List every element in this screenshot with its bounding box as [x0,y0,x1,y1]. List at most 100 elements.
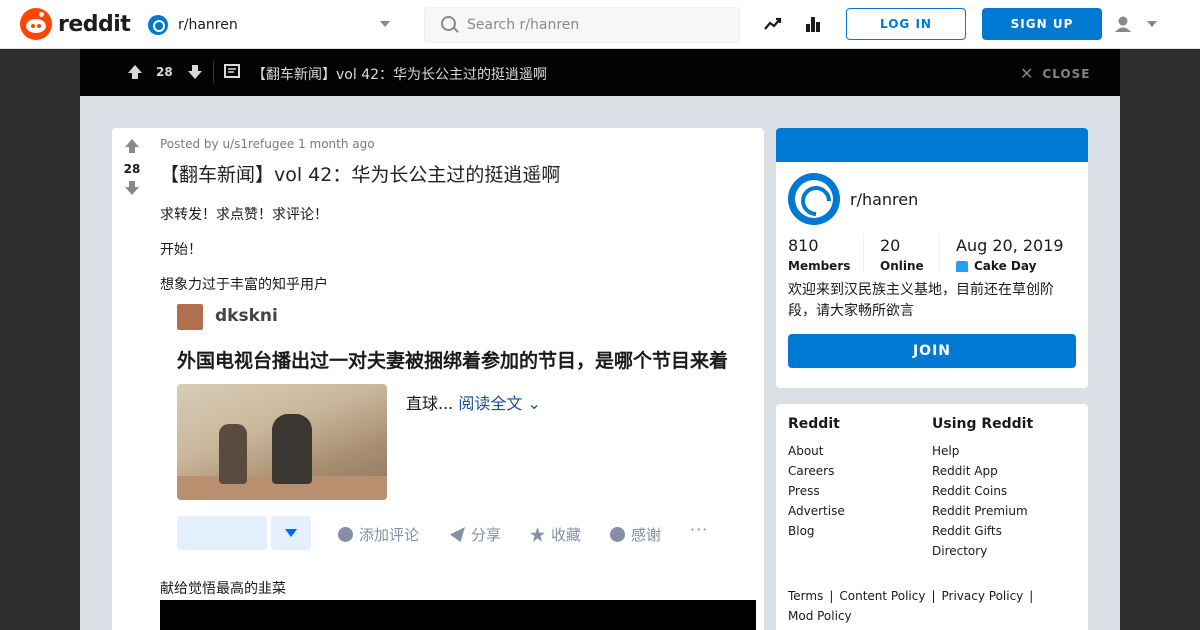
post-score: 28 [156,65,173,79]
downvote-icon[interactable] [186,63,204,81]
post-caption: 献给觉悟最高的韭菜 [160,581,286,597]
online-label: Online [880,259,924,273]
search-input[interactable] [467,17,717,33]
footer-link-terms[interactable]: Terms [788,589,823,603]
footer-link-careers[interactable]: Careers [788,464,834,478]
upvote-icon[interactable] [124,138,140,154]
post-score: 28 [123,162,141,176]
embed-action-thanks: 感谢 [610,524,661,545]
cake-day-stat: Aug 20, 2019 Cake Day [956,236,1064,273]
footer-link-privacy-policy[interactable]: Privacy Policy [942,589,1024,603]
read-more-link: 阅读全文 [458,394,523,413]
trending-icon[interactable] [763,14,783,34]
divider [939,234,940,272]
online-count: 20 [880,236,901,255]
footer-links-card: Reddit About Careers Press Advertise Blo… [776,404,1088,630]
comment-icon[interactable] [223,63,241,81]
divider [213,61,214,83]
community-banner [776,128,1088,162]
embed-excerpt: 直球... 阅读全文 ⌄ [406,390,541,414]
star-icon [530,527,545,542]
login-button[interactable]: LOG IN [846,8,966,40]
post-meta: Posted by u/s1refugee 1 month ago [160,137,375,151]
content-area: 28 Posted by u/s1refugee 1 month ago 【翻车… [80,96,1120,630]
search-icon [439,14,461,36]
heart-icon [610,527,625,542]
subreddit-icon [148,15,168,35]
cake-day-label: Cake Day [974,259,1037,273]
join-button[interactable]: JOIN [788,334,1076,368]
footer-col-title: Reddit [788,416,840,432]
embed-question: 外国电视台播出过一对夫妻被捆绑着参加的节目，是哪个节目来着 [177,350,729,372]
footer-link-directory[interactable]: Directory [932,544,987,558]
community-card: r/hanren 810 Members 20 Online Aug 20, 2… [776,128,1088,388]
post-card: 28 Posted by u/s1refugee 1 month ago 【翻车… [112,128,764,630]
top-header: reddit r/hanren LOG IN SIGN UP [0,0,1200,49]
footer-col-title: Using Reddit [932,416,1034,432]
signup-button[interactable]: SIGN UP [982,8,1102,40]
footer-link-blog[interactable]: Blog [788,524,815,538]
footer-link-press[interactable]: Press [788,484,820,498]
footer-link-gifts[interactable]: Reddit Gifts [932,524,1002,538]
more-dots-icon: ··· [690,520,709,539]
excerpt-text: 直球... [406,394,454,413]
members-label: Members [788,259,851,273]
embed-action-comment: 添加评论 [338,524,419,545]
subreddit-picker[interactable]: r/hanren [148,12,398,38]
downvote-icon[interactable] [124,180,140,196]
divider [863,234,864,272]
footer-link-app[interactable]: Reddit App [932,464,998,478]
cake-day-label-row: Cake Day [956,259,1064,273]
chevron-down-icon [1147,21,1157,27]
footer-link-content-policy[interactable]: Content Policy [839,589,925,603]
members-stat: 810 Members [788,236,850,273]
stats-icon[interactable] [803,14,823,34]
post-header-bar: 28 【翻车新闻】vol 42：华为长公主过的挺逍遥啊 ✕ CLOSE [80,49,1120,96]
comment-icon [338,527,353,542]
cake-icon [956,260,968,272]
footer-link-mod-policy[interactable]: Mod Policy [788,609,852,623]
embed-username: dkskni [215,306,278,326]
close-button[interactable]: ✕ CLOSE [1020,64,1090,83]
reddit-snoo-icon [20,8,52,40]
vote-column: 28 [112,138,152,200]
chevron-down-icon: ⌄ [527,394,541,413]
upvote-icon[interactable] [126,63,144,81]
post-paragraph: 求转发！求点赞！求评论！ [160,207,328,223]
subreddit-name: r/hanren [178,17,238,33]
reddit-logo[interactable]: reddit [20,8,131,40]
post-bar-title: 【翻车新闻】vol 42：华为长公主过的挺逍遥啊 [252,67,548,83]
footer-link-premium[interactable]: Reddit Premium [932,504,1028,518]
members-count: 810 [788,236,819,255]
footer-link-advertise[interactable]: Advertise [788,504,845,518]
community-name[interactable]: r/hanren [850,190,918,209]
embed-vote-down [271,516,311,550]
footer-link-help[interactable]: Help [932,444,959,458]
post-image [160,600,756,630]
search-bar[interactable] [424,7,740,43]
embed-action-collect: 收藏 [530,524,581,545]
footer-link-about[interactable]: About [788,444,823,458]
embed-photo [177,384,387,500]
post-title: 【翻车新闻】vol 42：华为长公主过的挺逍遥啊 [160,164,561,186]
action-label: 分享 [471,526,502,544]
community-description: 欢迎来到汉民族主义基地，目前还在草创阶段，请大家畅所欲言 [788,282,1054,319]
action-label: 感谢 [631,526,662,544]
logo-wordmark: reddit [58,11,131,37]
footer-link-coins[interactable]: Reddit Coins [932,484,1007,498]
chevron-down-icon [380,21,390,27]
close-label: CLOSE [1042,66,1091,81]
post-paragraph: 想象力过于丰富的知乎用户 [160,277,328,293]
post-paragraph: 开始！ [160,242,202,258]
close-icon: ✕ [1020,64,1035,83]
embed-action-share: 分享 [450,524,501,545]
embedded-screenshot: dkskni 外国电视台播出过一对夫妻被捆绑着参加的节目，是哪个节目来着 直球.… [160,294,756,558]
action-label: 添加评论 [359,526,420,544]
action-label: 收藏 [551,526,582,544]
online-stat: 20 Online [880,236,924,273]
user-icon [1118,16,1128,26]
user-menu-dropdown[interactable] [1112,12,1162,38]
share-icon [450,527,465,542]
cake-date: Aug 20, 2019 [956,236,1064,255]
avatar [177,304,203,330]
